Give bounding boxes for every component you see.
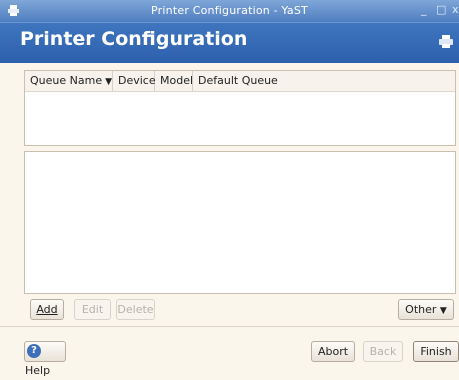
add-button[interactable]: Add <box>30 299 64 320</box>
delete-button-label: Delete <box>117 303 154 316</box>
add-button-label: Add <box>36 303 58 316</box>
page-title: Printer Configuration <box>20 28 248 50</box>
column-label: Device <box>118 74 156 87</box>
back-button[interactable]: Back <box>363 341 403 362</box>
abort-button[interactable]: Abort <box>311 341 355 362</box>
window-title: Printer Configuration - YaST <box>151 4 308 17</box>
header-banner: Printer Configuration <box>0 22 459 63</box>
printer-icon <box>439 35 453 48</box>
maximize-button[interactable]: □ <box>436 3 446 16</box>
finish-button[interactable]: Finish <box>413 341 459 362</box>
divider <box>0 326 459 327</box>
column-header-queue-name[interactable]: Queue Name ▼ <box>25 71 113 91</box>
queue-table[interactable]: Queue Name ▼ Device Model Default Queue <box>24 70 456 146</box>
queue-details-pane <box>24 151 456 294</box>
other-menu-button[interactable]: Other ▼ <box>398 299 454 320</box>
close-button[interactable]: x <box>452 3 459 16</box>
delete-button[interactable]: Delete <box>116 299 155 320</box>
column-label: Queue Name <box>30 74 103 87</box>
back-button-label: Back <box>369 345 397 358</box>
help-button[interactable]: ? Help <box>24 341 66 377</box>
minimize-button[interactable]: _ <box>421 3 427 16</box>
chevron-down-icon: ▼ <box>439 306 447 316</box>
edit-button-label: Edit <box>81 303 104 316</box>
title-bar: Printer Configuration - YaST _ □ x <box>0 0 459 22</box>
column-label: Default Queue <box>198 74 278 87</box>
edit-button[interactable]: Edit <box>74 299 111 320</box>
help-icon: ? <box>27 344 41 358</box>
other-button-label: Other <box>405 303 437 316</box>
help-button-label: Help <box>25 364 51 377</box>
abort-button-label: Abort <box>317 345 349 358</box>
finish-button-label: Finish <box>420 345 452 358</box>
chevron-down-icon: ▼ <box>105 77 113 87</box>
column-header-model[interactable]: Model <box>155 71 193 91</box>
table-header: Queue Name ▼ Device Model Default Queue <box>25 71 455 92</box>
column-header-default-queue[interactable]: Default Queue <box>193 71 278 91</box>
column-label: Model <box>160 74 194 87</box>
column-header-device[interactable]: Device <box>113 71 156 91</box>
